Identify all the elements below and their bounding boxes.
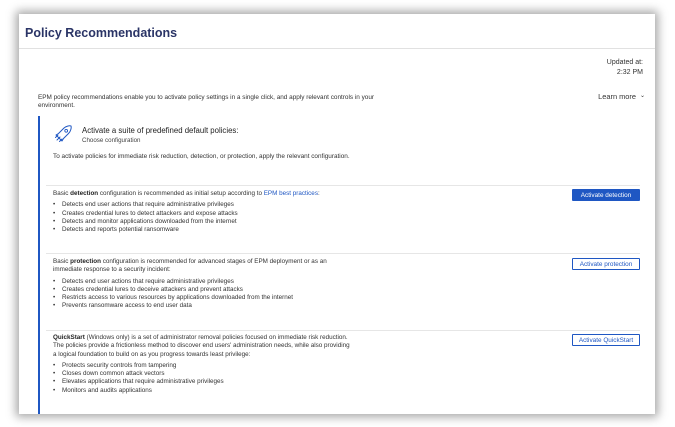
updated-label: Updated at: [606, 59, 643, 66]
learn-more-label: Learn more [598, 92, 636, 101]
detection-list: Detects end user actions that require ad… [53, 201, 353, 234]
detection-description: Basic detection configuration is recomme… [53, 190, 320, 197]
card-description: To activate policies for immediate risk … [53, 153, 350, 160]
detection-section: Basic detection configuration is recomme… [53, 190, 353, 235]
activate-protection-button[interactable]: Activate protection [572, 258, 640, 270]
policy-recommendations-panel: Policy Recommendations Updated at: 2:32 … [19, 14, 655, 414]
rocket-icon [55, 125, 72, 142]
protection-list: Detects end user actions that require ad… [53, 278, 353, 311]
card-header: Activate a suite of predefined default p… [53, 124, 238, 144]
header-divider [19, 48, 655, 49]
card-subtitle: Choose configuration [82, 137, 141, 144]
list-item: Detects and monitor applications downloa… [53, 218, 353, 227]
section-divider [46, 253, 640, 254]
list-item: Creates credential lures to deceive atta… [53, 286, 353, 295]
updated-time: 2:32 PM [616, 68, 643, 76]
section-divider [46, 185, 640, 186]
list-item: Prevents ransomware access to end user d… [53, 302, 353, 311]
page-title: Policy Recommendations [25, 26, 178, 40]
section-divider [46, 330, 640, 331]
list-item: Detects end user actions that require ad… [53, 201, 353, 210]
chevron-down-icon: ⌄ [639, 93, 645, 99]
quickstart-section: QuickStart (Windows only) is a set of ad… [53, 334, 353, 395]
list-item: Closes down common attack vectors [53, 370, 353, 379]
quickstart-keyword: QuickStart [53, 334, 85, 341]
quickstart-list: Protects security controls from tamperin… [53, 362, 353, 395]
protection-section: Basic protection configuration is recomm… [53, 258, 353, 311]
list-item: Restricts access to various resources by… [53, 294, 353, 303]
detection-keyword: detection [70, 190, 99, 197]
updated-timestamp: Updated at: 2:32 PM [607, 58, 643, 77]
list-item: Detects and reports potential ransomware [53, 226, 353, 235]
list-item: Elevates applications that require admin… [53, 378, 353, 387]
list-item: Monitors and audits applications [53, 387, 353, 396]
intro-text: EPM policy recommendations enable you to… [38, 94, 375, 110]
learn-more-button[interactable]: Learn more ⌄ [598, 92, 645, 101]
quickstart-description: QuickStart (Windows only) is a set of ad… [53, 334, 350, 358]
recommendation-card: Activate a suite of predefined default p… [38, 116, 648, 414]
protection-description: Basic protection configuration is recomm… [53, 258, 327, 274]
card-title: Activate a suite of predefined default p… [82, 126, 239, 135]
activate-quickstart-button[interactable]: Activate QuickStart [572, 334, 640, 346]
list-item: Detects end user actions that require ad… [53, 278, 353, 287]
activate-detection-button[interactable]: Activate detection [572, 189, 640, 201]
protection-keyword: protection [70, 258, 101, 265]
epm-best-practices-link[interactable]: EPM best practices [264, 190, 318, 197]
list-item: Creates credential lures to detect attac… [53, 210, 353, 219]
list-item: Protects security controls from tamperin… [53, 362, 353, 371]
